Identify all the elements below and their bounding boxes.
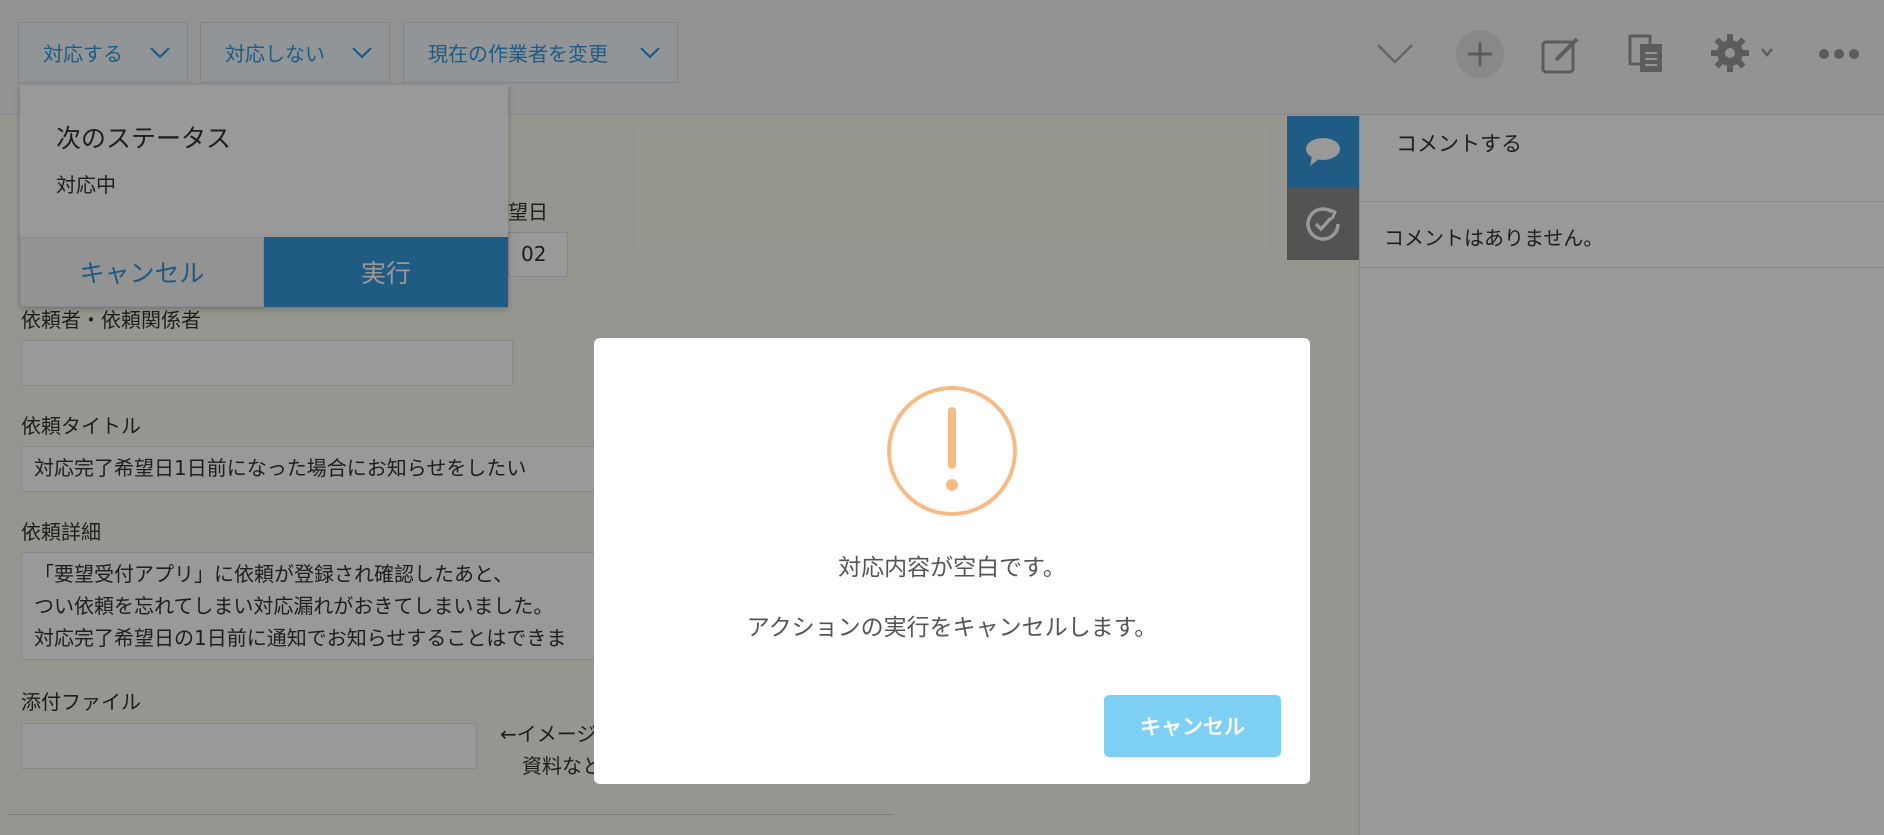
alert-message: 対応内容が空白です。 (838, 555, 1066, 581)
warning-icon (887, 386, 1017, 516)
alert-message: アクションの実行をキャンセルします。 (746, 615, 1158, 641)
alert-cancel-button[interactable]: キャンセル (1104, 695, 1281, 757)
alert-dialog: 対応内容が空白です。 アクションの実行をキャンセルします。 キャンセル (594, 338, 1310, 784)
